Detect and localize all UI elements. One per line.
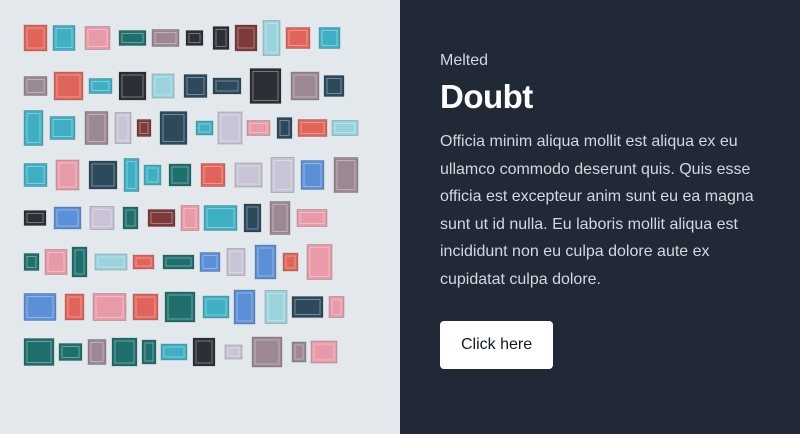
frames-wall-image bbox=[0, 0, 400, 434]
frame-shape bbox=[262, 20, 281, 56]
frame-shape bbox=[269, 201, 291, 235]
frame-shape bbox=[328, 296, 345, 318]
card: Melted Doubt Officia minim aliqua mollit… bbox=[0, 0, 800, 434]
frame-shape bbox=[160, 343, 188, 361]
frame-shape bbox=[52, 25, 76, 51]
frame-shape bbox=[55, 159, 80, 191]
frame-shape bbox=[234, 24, 258, 52]
frame-shape bbox=[168, 163, 192, 187]
frame-shape bbox=[114, 112, 132, 144]
frame-shape bbox=[203, 205, 238, 231]
frame-shape bbox=[276, 117, 293, 139]
frame-shape bbox=[306, 244, 333, 280]
click-here-button[interactable]: Click here bbox=[440, 321, 554, 369]
content-panel: Melted Doubt Officia minim aliqua mollit… bbox=[400, 0, 800, 434]
frame-shape bbox=[243, 203, 262, 233]
card-body-text: Officia minim aliqua mollit est aliqua e… bbox=[440, 133, 754, 288]
frame-shape bbox=[132, 254, 155, 270]
frame-shape bbox=[23, 163, 48, 187]
frame-shape bbox=[92, 293, 127, 321]
frame-shape bbox=[195, 120, 214, 136]
frame-shape bbox=[246, 120, 271, 136]
frame-shape bbox=[88, 160, 118, 190]
frame-shape bbox=[23, 253, 40, 271]
frame-shape bbox=[132, 293, 159, 321]
frame-shape bbox=[264, 290, 288, 324]
frame-shape bbox=[185, 30, 204, 46]
frame-shape bbox=[296, 209, 328, 227]
frame-shape bbox=[217, 111, 243, 145]
frame-shape bbox=[270, 157, 295, 193]
frame-shape bbox=[118, 71, 147, 101]
frame-shape bbox=[122, 206, 139, 230]
frame-shape bbox=[291, 341, 307, 363]
frame-shape bbox=[202, 295, 230, 319]
frame-shape bbox=[233, 289, 256, 325]
frame-shape bbox=[44, 249, 68, 275]
frame-shape bbox=[71, 246, 88, 278]
eyebrow-label: Melted bbox=[440, 52, 489, 69]
frame-shape bbox=[159, 111, 188, 145]
frame-shape bbox=[87, 339, 107, 365]
frame-shape bbox=[53, 71, 84, 101]
frame-shape bbox=[147, 209, 176, 227]
frame-shape bbox=[23, 76, 48, 96]
frame-shape bbox=[183, 74, 208, 98]
frame-shape bbox=[151, 29, 180, 47]
frame-shape bbox=[234, 162, 263, 188]
frame-shape bbox=[123, 158, 140, 192]
frame-shape bbox=[162, 254, 195, 270]
frame-shape bbox=[141, 339, 157, 365]
frame-shape bbox=[58, 343, 83, 361]
frame-shape bbox=[300, 160, 325, 190]
frame-shape bbox=[53, 206, 82, 230]
frame-shape bbox=[297, 119, 328, 137]
frame-shape bbox=[23, 110, 44, 146]
frame-shape bbox=[318, 27, 341, 49]
frame-shape bbox=[251, 336, 283, 368]
frame-shape bbox=[291, 296, 324, 318]
frame-shape bbox=[254, 244, 277, 280]
frame-shape bbox=[23, 293, 57, 321]
frame-shape bbox=[285, 27, 311, 49]
frame-shape bbox=[212, 77, 242, 95]
card-title: Doubt bbox=[440, 78, 533, 115]
frame-shape bbox=[310, 340, 338, 364]
frame-shape bbox=[151, 73, 175, 99]
frame-shape bbox=[200, 163, 226, 187]
frame-shape bbox=[94, 253, 128, 271]
frame-shape bbox=[164, 291, 196, 323]
frame-shape bbox=[49, 116, 76, 140]
frame-shape bbox=[212, 26, 230, 50]
frame-shape bbox=[290, 71, 320, 101]
frame-shape bbox=[323, 75, 345, 97]
frame-shape bbox=[199, 252, 221, 272]
frame-shape bbox=[88, 78, 113, 94]
frame-shape bbox=[23, 24, 48, 52]
frame-shape bbox=[84, 111, 109, 145]
frame-shape bbox=[23, 210, 47, 226]
frame-shape bbox=[192, 337, 216, 367]
frame-shape bbox=[118, 30, 147, 46]
frame-shape bbox=[180, 205, 200, 231]
frame-shape bbox=[226, 248, 246, 276]
frame-shape bbox=[84, 26, 111, 50]
frame-shape bbox=[333, 157, 359, 193]
frame-shape bbox=[89, 206, 115, 230]
frame-shape bbox=[143, 164, 162, 186]
frame-shape bbox=[136, 119, 152, 137]
frame-shape bbox=[111, 337, 138, 367]
frame-shape bbox=[224, 344, 243, 360]
frame-shape bbox=[249, 68, 282, 104]
frames-wall-illustration bbox=[23, 20, 359, 368]
frame-shape bbox=[64, 293, 85, 321]
frame-shape bbox=[23, 338, 55, 366]
frame-shape bbox=[331, 120, 359, 136]
frame-shape bbox=[282, 252, 299, 272]
